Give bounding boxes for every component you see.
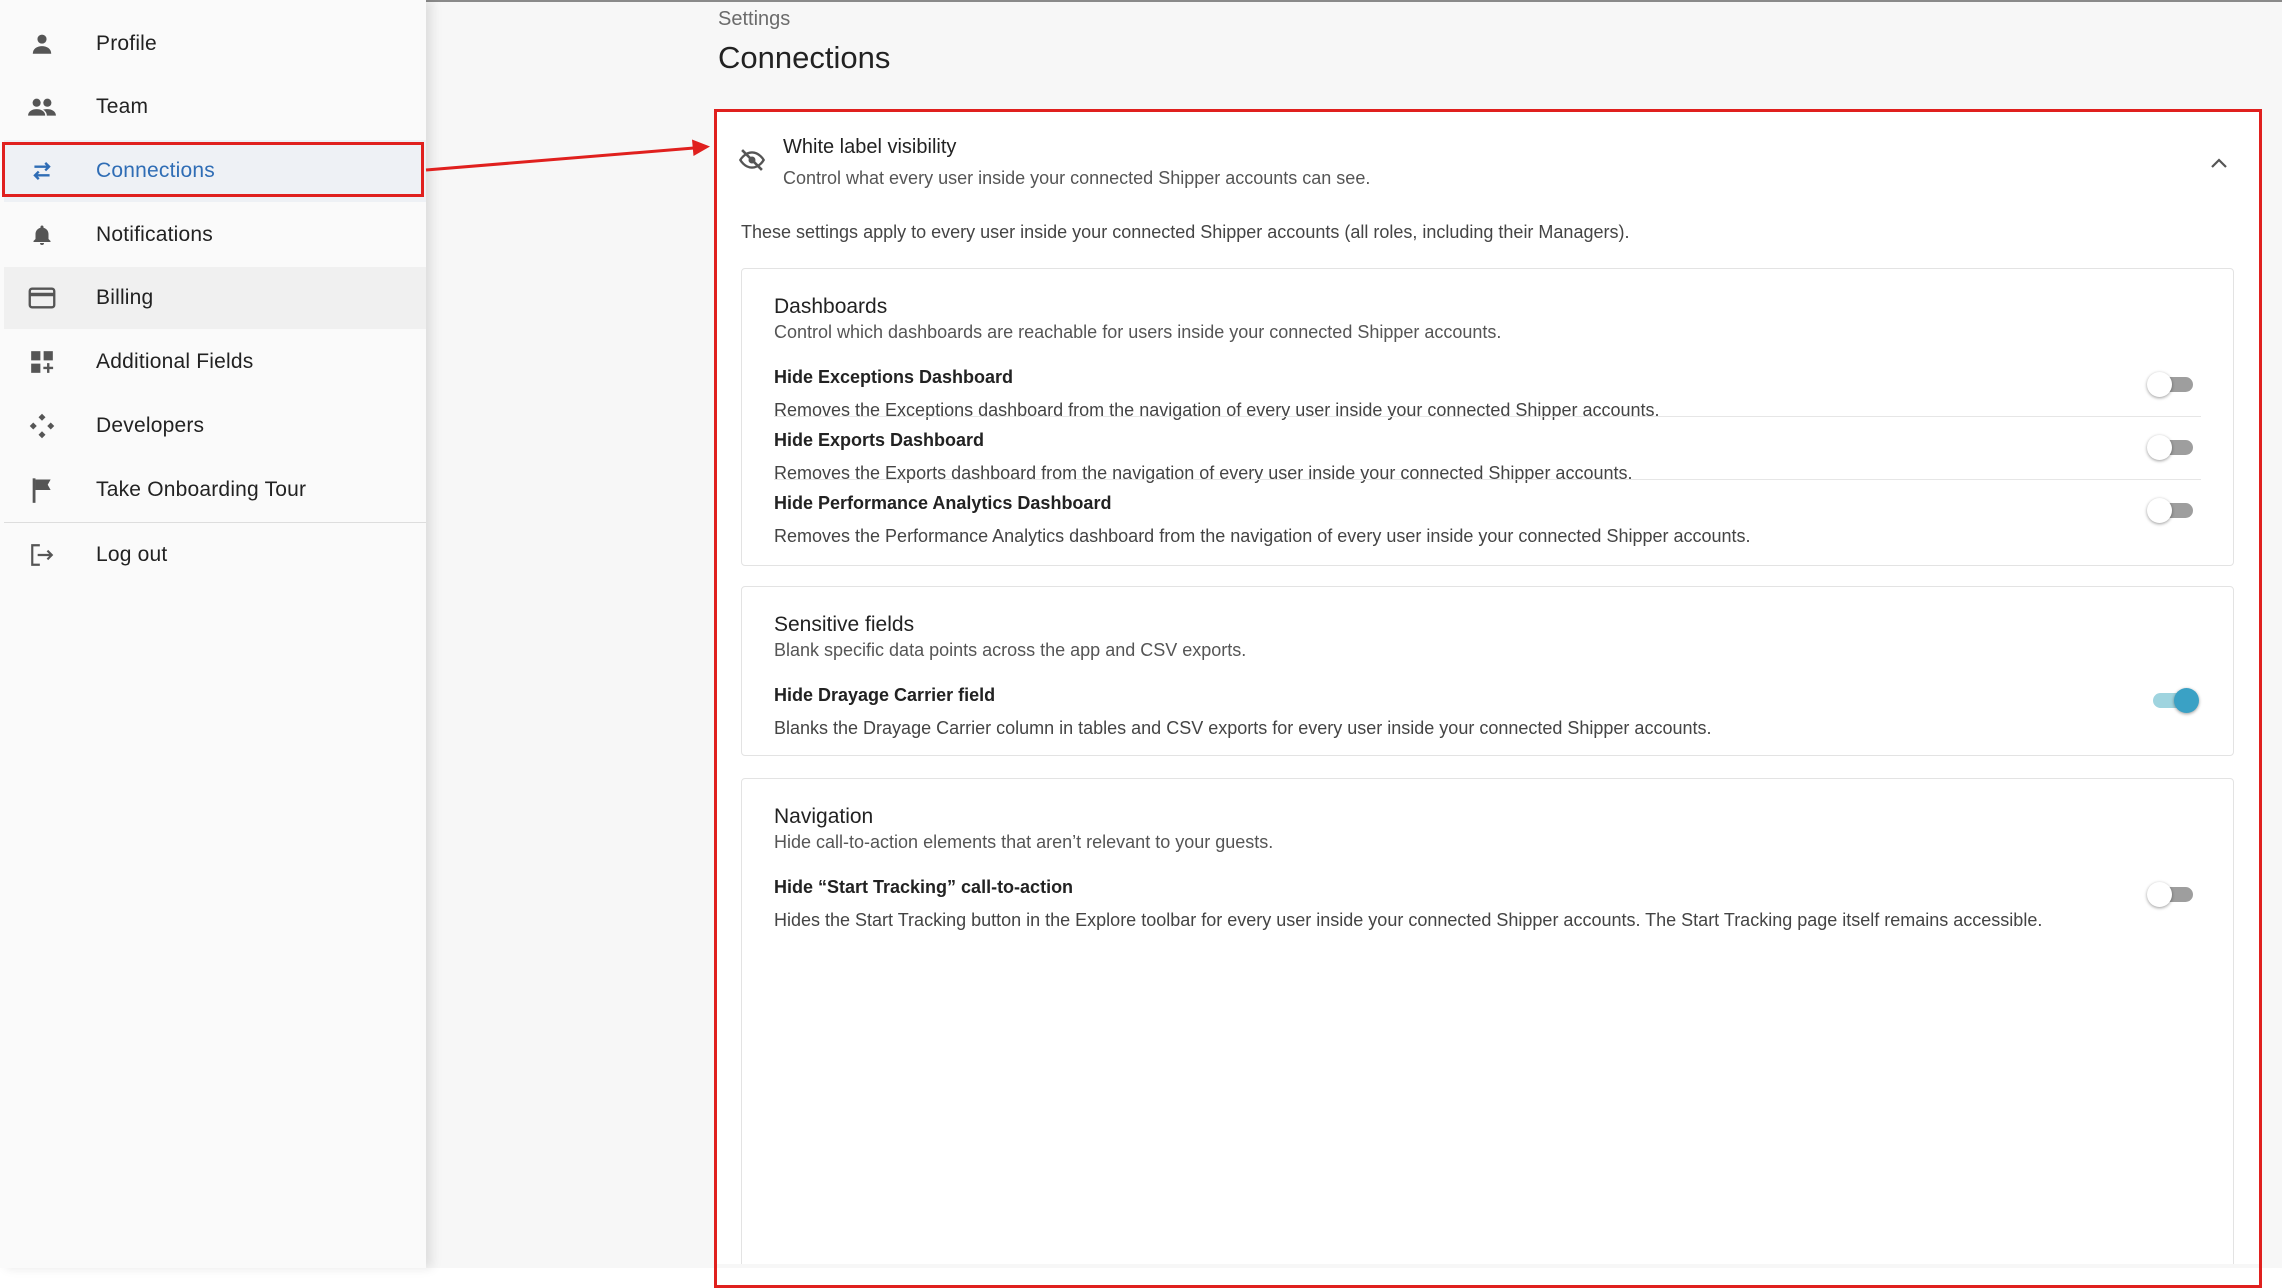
settings-scope-note: These settings apply to every user insid…: [741, 222, 1630, 242]
breadcrumb: Settings: [718, 8, 791, 30]
sidebar-item-label: Log out: [96, 543, 168, 566]
developer-diamond-icon: [24, 408, 60, 444]
accordion-header[interactable]: White label visibility Control what ever…: [716, 112, 2260, 202]
sidebar-item-additional-fields[interactable]: Additional Fields: [4, 331, 426, 393]
sidebar-item-label: Developers: [96, 414, 205, 437]
bell-icon: [24, 217, 60, 253]
sidebar-item-label: Additional Fields: [96, 350, 254, 373]
setting-row: Hide Performance Analytics Dashboard Rem…: [774, 493, 2201, 546]
setting-description: Removes the Exports dashboard from the n…: [774, 463, 1633, 483]
section-subtitle: Control which dashboards are reachable f…: [774, 322, 1502, 342]
hide-exceptions-toggle[interactable]: [2147, 369, 2199, 399]
sidebar-item-team[interactable]: Team: [4, 76, 426, 138]
setting-title: Hide Performance Analytics Dashboard: [774, 493, 1112, 513]
white-label-visibility-panel: White label visibility Control what ever…: [716, 112, 2260, 1264]
setting-title: Hide “Start Tracking” call-to-action: [774, 877, 1074, 897]
chevron-up-icon[interactable]: [2204, 148, 2234, 178]
hide-drayage-carrier-toggle[interactable]: [2147, 685, 2199, 715]
people-icon: [24, 89, 60, 125]
connections-highlight-box: [2, 142, 424, 197]
setting-title: Hide Exceptions Dashboard: [774, 367, 1014, 387]
navigation-card: Navigation Hide call-to-action elements …: [741, 778, 2234, 1264]
section-subtitle: Hide call-to-action elements that aren’t…: [774, 832, 1274, 852]
setting-title: Hide Drayage Carrier field: [774, 685, 996, 705]
sidebar-item-label: Billing: [96, 286, 154, 309]
row-divider: [774, 416, 2201, 417]
hide-performance-analytics-toggle[interactable]: [2147, 495, 2199, 525]
hide-exports-toggle[interactable]: [2147, 432, 2199, 462]
panel-subtitle: Control what every user inside your conn…: [783, 168, 1371, 188]
section-title: Navigation: [774, 805, 874, 828]
add-grid-icon: [24, 344, 60, 380]
section-title: Dashboards: [774, 295, 888, 318]
sidebar-divider: [4, 522, 426, 523]
credit-card-icon: [24, 280, 60, 316]
hide-start-tracking-toggle[interactable]: [2147, 879, 2199, 909]
sidebar-item-label: Notifications: [96, 223, 213, 246]
setting-description: Blanks the Drayage Carrier column in tab…: [774, 718, 1712, 738]
sidebar-item-label: Profile: [96, 32, 157, 55]
panel-title: White label visibility: [783, 136, 957, 158]
setting-row: Hide Exceptions Dashboard Removes the Ex…: [774, 367, 2201, 420]
sidebar-item-notifications[interactable]: Notifications: [4, 204, 426, 266]
sidebar-item-billing[interactable]: Billing: [4, 267, 426, 329]
setting-row: Hide “Start Tracking” call-to-action Hid…: [774, 877, 2201, 953]
section-title: Sensitive fields: [774, 613, 915, 636]
setting-description: Hides the Start Tracking button in the E…: [774, 910, 2043, 930]
sidebar-item-label: Take Onboarding Tour: [96, 478, 307, 501]
eye-off-icon: [738, 146, 768, 176]
person-icon: [24, 26, 60, 62]
setting-description: Removes the Exceptions dashboard from th…: [774, 400, 1660, 420]
dashboards-card: Dashboards Control which dashboards are …: [741, 268, 2234, 566]
sidebar-item-profile[interactable]: Profile: [4, 13, 426, 75]
sidebar-item-logout[interactable]: Log out: [4, 524, 426, 586]
setting-title: Hide Exports Dashboard: [774, 430, 985, 450]
flag-icon: [24, 472, 60, 508]
logout-icon: [24, 537, 60, 573]
setting-row: Hide Drayage Carrier field Blanks the Dr…: [774, 685, 2201, 738]
page-title: Connections: [718, 40, 891, 75]
sidebar-item-developers[interactable]: Developers: [4, 395, 426, 457]
sensitive-fields-card: Sensitive fields Blank specific data poi…: [741, 586, 2234, 756]
sidebar-item-label: Team: [96, 95, 149, 118]
setting-row: Hide Exports Dashboard Removes the Expor…: [774, 430, 2201, 483]
setting-description: Removes the Performance Analytics dashbo…: [774, 526, 1751, 546]
section-subtitle: Blank specific data points across the ap…: [774, 640, 1247, 660]
row-divider: [774, 479, 2201, 480]
sidebar-item-onboarding-tour[interactable]: Take Onboarding Tour: [4, 459, 426, 521]
